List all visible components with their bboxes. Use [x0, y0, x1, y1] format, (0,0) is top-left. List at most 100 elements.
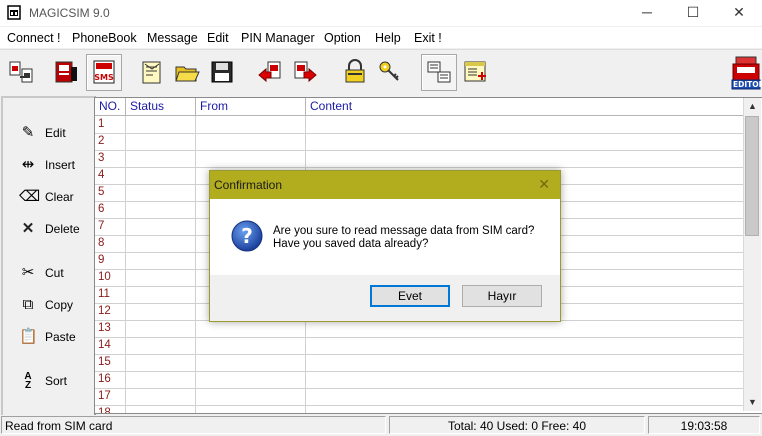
- table-row[interactable]: 13: [95, 320, 743, 338]
- table-row[interactable]: 18: [95, 405, 743, 413]
- scroll-down-icon[interactable]: ▼: [746, 396, 759, 409]
- table-row[interactable]: 16: [95, 371, 743, 389]
- phonebook-sim-button[interactable]: [53, 59, 79, 85]
- row-number[interactable]: 4: [95, 167, 126, 184]
- import-button[interactable]: [257, 59, 283, 85]
- sort-button[interactable]: AZ Sort: [15, 370, 87, 392]
- table-row[interactable]: 2: [95, 133, 743, 151]
- row-content[interactable]: [306, 337, 743, 354]
- row-number[interactable]: 1: [95, 116, 126, 133]
- table-row[interactable]: 1: [95, 116, 743, 134]
- close-button[interactable]: ✕: [716, 0, 762, 26]
- paste-button[interactable]: 📋 Paste: [15, 326, 87, 348]
- dialog-close-icon[interactable]: ✕: [538, 176, 550, 193]
- row-content[interactable]: [306, 320, 743, 337]
- row-status[interactable]: [126, 320, 196, 337]
- table-row[interactable]: 17: [95, 388, 743, 406]
- table-row[interactable]: 15: [95, 354, 743, 372]
- row-status[interactable]: [126, 354, 196, 371]
- column-header-no[interactable]: NO.: [95, 98, 126, 115]
- row-from[interactable]: [196, 388, 306, 405]
- menu-exit[interactable]: Exit !: [414, 31, 442, 45]
- sms-sim-button[interactable]: SMS: [86, 54, 122, 91]
- row-status[interactable]: [126, 252, 196, 269]
- row-status[interactable]: [126, 405, 196, 413]
- row-from[interactable]: [196, 405, 306, 413]
- row-number[interactable]: 3: [95, 150, 126, 167]
- row-status[interactable]: [126, 150, 196, 167]
- menu-help[interactable]: Help: [375, 31, 401, 45]
- column-header-from[interactable]: From: [196, 98, 306, 115]
- insert-button[interactable]: ⇹ Insert: [15, 154, 87, 176]
- add-list-button[interactable]: [463, 59, 489, 85]
- row-number[interactable]: 12: [95, 303, 126, 320]
- edit-button[interactable]: ✎ Edit: [15, 122, 87, 144]
- row-content[interactable]: [306, 405, 743, 413]
- row-content[interactable]: [306, 150, 743, 167]
- row-status[interactable]: [126, 337, 196, 354]
- row-status[interactable]: [126, 235, 196, 252]
- row-number[interactable]: 14: [95, 337, 126, 354]
- key-button[interactable]: [377, 59, 403, 85]
- copy-button[interactable]: ⧉ Copy: [15, 294, 87, 316]
- menu-phonebook[interactable]: PhoneBook: [72, 31, 137, 45]
- lock-button[interactable]: [342, 59, 368, 85]
- row-content[interactable]: [306, 371, 743, 388]
- minimize-button[interactable]: ─: [624, 0, 670, 26]
- row-status[interactable]: [126, 201, 196, 218]
- row-content[interactable]: [306, 354, 743, 371]
- menu-connect[interactable]: Connect !: [7, 31, 61, 45]
- row-status[interactable]: [126, 133, 196, 150]
- new-message-button[interactable]: [139, 59, 165, 85]
- row-number[interactable]: 6: [95, 201, 126, 218]
- cut-button[interactable]: ✂ Cut: [15, 262, 87, 284]
- row-status[interactable]: [126, 286, 196, 303]
- row-number[interactable]: 11: [95, 286, 126, 303]
- open-folder-button[interactable]: [174, 59, 200, 85]
- menu-message[interactable]: Message: [147, 31, 198, 45]
- row-status[interactable]: [126, 218, 196, 235]
- row-from[interactable]: [196, 371, 306, 388]
- row-content[interactable]: [306, 116, 743, 133]
- save-disk-button[interactable]: [209, 59, 235, 85]
- clear-button[interactable]: ⌫ Clear: [15, 186, 87, 208]
- row-number[interactable]: 13: [95, 320, 126, 337]
- menu-option[interactable]: Option: [324, 31, 361, 45]
- row-number[interactable]: 2: [95, 133, 126, 150]
- row-status[interactable]: [126, 184, 196, 201]
- row-number[interactable]: 7: [95, 218, 126, 235]
- vertical-scrollbar[interactable]: ▲ ▼: [743, 98, 761, 411]
- delete-button[interactable]: ✕ Delete: [15, 218, 87, 240]
- row-number[interactable]: 16: [95, 371, 126, 388]
- maximize-button[interactable]: ☐: [670, 0, 716, 26]
- row-from[interactable]: [196, 150, 306, 167]
- row-from[interactable]: [196, 133, 306, 150]
- editor-button[interactable]: EDITOR: [731, 56, 762, 90]
- yes-button[interactable]: Evet: [370, 285, 450, 307]
- row-number[interactable]: 10: [95, 269, 126, 286]
- row-status[interactable]: [126, 116, 196, 133]
- row-status[interactable]: [126, 269, 196, 286]
- row-content[interactable]: [306, 388, 743, 405]
- transfer-button[interactable]: [421, 54, 457, 91]
- row-status[interactable]: [126, 167, 196, 184]
- table-row[interactable]: 14: [95, 337, 743, 355]
- row-status[interactable]: [126, 388, 196, 405]
- menu-edit[interactable]: Edit: [207, 31, 229, 45]
- row-from[interactable]: [196, 337, 306, 354]
- row-number[interactable]: 18: [95, 405, 126, 413]
- export-button[interactable]: [292, 59, 318, 85]
- row-number[interactable]: 17: [95, 388, 126, 405]
- no-button[interactable]: Hayır: [462, 285, 542, 307]
- column-header-content[interactable]: Content: [306, 98, 743, 115]
- connect-sim-button[interactable]: [8, 59, 34, 85]
- row-content[interactable]: [306, 133, 743, 150]
- row-status[interactable]: [126, 303, 196, 320]
- column-header-status[interactable]: Status: [126, 98, 196, 115]
- row-number[interactable]: 8: [95, 235, 126, 252]
- row-number[interactable]: 9: [95, 252, 126, 269]
- scroll-up-icon[interactable]: ▲: [746, 100, 759, 113]
- table-row[interactable]: 3: [95, 150, 743, 168]
- row-from[interactable]: [196, 116, 306, 133]
- row-number[interactable]: 5: [95, 184, 126, 201]
